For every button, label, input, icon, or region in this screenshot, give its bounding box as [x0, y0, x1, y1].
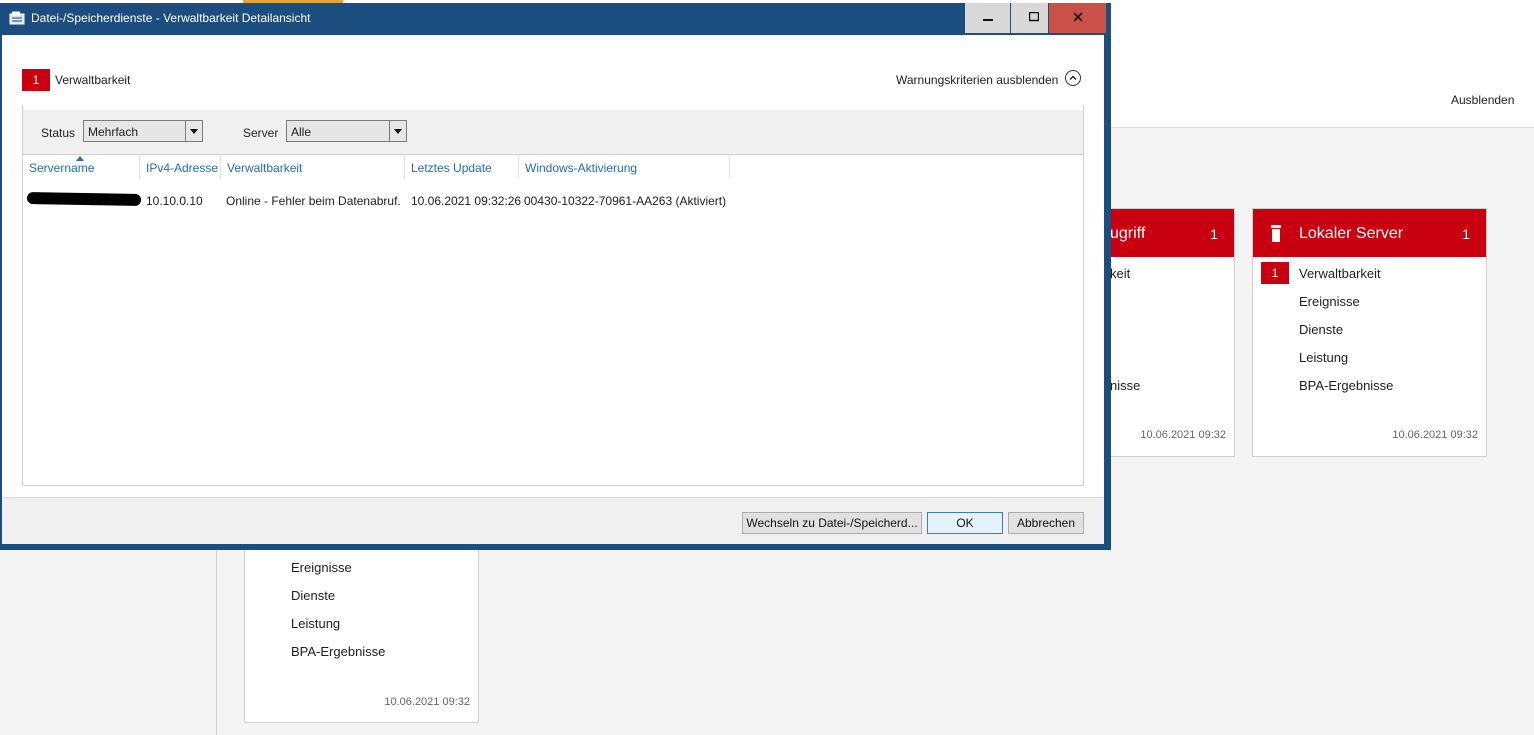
dialog-titlebar[interactable]: Datei-/Speicherdienste - Verwaltbarkeit … [0, 3, 1111, 33]
chevron-down-icon [394, 129, 402, 134]
close-button[interactable] [1048, 3, 1106, 33]
tile-local-server-item-ereignisse[interactable]: Ereignisse [1299, 294, 1360, 309]
criteria-label: Verwaltbarkeit [55, 73, 131, 87]
column-header-verwaltbarkeit[interactable]: Verwaltbarkeit [221, 155, 405, 179]
table-header: Servername IPv4-Adresse Verwaltbarkeit L… [23, 155, 1083, 179]
tile-bottom-item-bpa[interactable]: BPA-Ergebnisse [291, 644, 385, 659]
close-icon [1072, 12, 1083, 22]
server-filter-label: Server [243, 126, 279, 140]
tile-partial-item[interactable]: keit [1110, 266, 1130, 281]
tile-local-server-item-dienste[interactable]: Dienste [1299, 322, 1343, 337]
tile-partial-count: 1 [1210, 226, 1218, 242]
collapse-button[interactable] [1065, 70, 1081, 86]
cell-letztes-update: 10.06.2021 09:32:26 [411, 194, 522, 208]
chevron-up-icon [1069, 75, 1077, 80]
status-filter-select[interactable]: Mehrfach [83, 120, 203, 142]
column-header-label: Verwaltbarkeit [227, 161, 303, 175]
tile-bottom-item-dienste[interactable]: Dienste [291, 588, 335, 603]
status-filter-value: Mehrfach [88, 125, 139, 139]
column-header-label: Servername [29, 161, 95, 175]
redacted-servername [26, 192, 142, 206]
hide-warning-criteria-link[interactable]: Warnungskriterien ausblenden [896, 73, 1058, 87]
maximize-icon [1028, 11, 1039, 22]
status-filter-label: Status [41, 126, 76, 140]
tile-local-server-title: Lokaler Server [1299, 225, 1404, 242]
server-dropdown-button[interactable] [389, 121, 406, 141]
tile-bottom-timestamp: 10.06.2021 09:32 [384, 696, 470, 708]
tile-partial-item[interactable]: nisse [1110, 378, 1140, 393]
tile-local-server-item-bpa[interactable]: BPA-Ergebnisse [1299, 378, 1393, 393]
column-header-ipv4[interactable]: IPv4-Adresse [140, 155, 221, 179]
tile-local-server-count: 1 [1462, 226, 1470, 242]
chevron-down-icon [190, 129, 198, 134]
tile-local-server-item-verwaltbarkeit[interactable]: Verwaltbarkeit [1299, 266, 1381, 281]
dialog-title: Datei-/Speicherdienste - Verwaltbarkeit … [31, 11, 311, 25]
column-header-servername[interactable]: Servername [23, 155, 140, 179]
status-dropdown-button[interactable] [185, 121, 202, 141]
minimize-button[interactable] [964, 3, 1010, 33]
tile-local-server-header[interactable]: Lokaler Server 1 [1253, 209, 1486, 257]
tile-bottom-item-ereignisse[interactable]: Ereignisse [291, 560, 352, 575]
server-list-panel: Status Mehrfach Server Alle Servername I… [22, 105, 1084, 486]
ok-button[interactable]: OK [927, 512, 1003, 534]
column-header-label: Windows-Aktivierung [525, 161, 638, 175]
dialog-content: 1 Verwaltbarkeit Warnungskriterien ausbl… [2, 35, 1104, 544]
tile-local-server-badge: 1 [1261, 262, 1289, 284]
switch-to-file-storage-button[interactable]: Wechseln zu Datei-/Speicherd... [742, 512, 922, 534]
tile-bottom-item-leistung[interactable]: Leistung [291, 616, 340, 631]
cancel-button[interactable]: Abbrechen [1008, 512, 1084, 534]
tile-local-server-item-leistung[interactable]: Leistung [1299, 350, 1348, 365]
server-filter-select[interactable]: Alle [286, 120, 407, 142]
column-header-windows-aktivierung[interactable]: Windows-Aktivierung [519, 155, 730, 179]
column-header-label: IPv4-Adresse [146, 161, 219, 175]
server-icon [1271, 225, 1281, 242]
tile-partial-timestamp: 10.06.2021 09:32 [1140, 429, 1226, 441]
detail-dialog: Datei-/Speicherdienste - Verwaltbarkeit … [0, 3, 1111, 550]
criteria-count-badge: 1 [22, 69, 50, 91]
server-filter-value: Alle [291, 125, 312, 139]
cell-ipv4: 10.10.0.10 [146, 194, 203, 208]
cell-windows-aktivierung: 00430-10322-70961-AA263 (Aktiviert) [524, 194, 727, 208]
hide-link[interactable]: Ausblenden [1451, 93, 1514, 107]
filter-bar: Status Mehrfach Server Alle [23, 110, 1083, 155]
dialog-footer: Wechseln zu Datei-/Speicherd... OK Abbre… [2, 497, 1104, 544]
app-icon [9, 11, 25, 25]
tile-local-server-timestamp: 10.06.2021 09:32 [1392, 429, 1478, 441]
column-header-letztes-update[interactable]: Letztes Update [405, 155, 519, 179]
minimize-icon [982, 19, 993, 21]
column-header-label: Letztes Update [411, 161, 492, 175]
tile-partial-title: ugriff [1110, 225, 1146, 242]
tile-local-server: Lokaler Server 1 1 Verwaltbarkeit Ereign… [1252, 208, 1487, 457]
tile-bottom: Ereignisse Dienste Leistung BPA-Ergebnis… [244, 540, 479, 723]
cell-verwaltbarkeit: Online - Fehler beim Datenabruf. [226, 194, 401, 208]
